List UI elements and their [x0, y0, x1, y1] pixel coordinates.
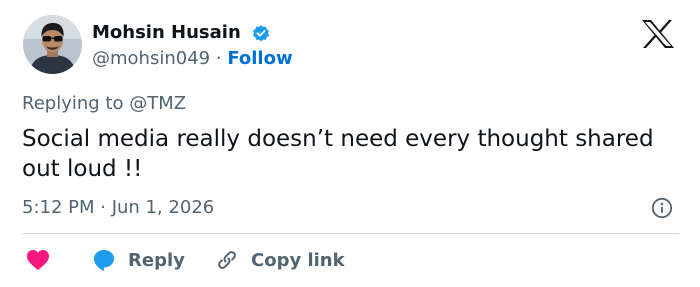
info-icon[interactable]: [651, 197, 673, 219]
verified-badge-icon: [253, 25, 269, 42]
action-bar: Reply Copy link: [0, 244, 700, 276]
x-logo-icon[interactable]: [640, 18, 676, 50]
tweet-card: Mohsin Husain @mohsin049 · Follow Replyi…: [0, 0, 700, 287]
handle-separator: ·: [215, 48, 222, 69]
follow-link[interactable]: Follow: [227, 48, 292, 69]
copy-link-label: Copy link: [251, 249, 345, 271]
copy-link-button[interactable]: Copy link: [215, 244, 345, 276]
author-handle[interactable]: @mohsin049: [92, 48, 210, 69]
heart-icon: [27, 250, 49, 270]
reply-label: Reply: [128, 249, 185, 271]
speech-bubble-icon: [94, 250, 114, 271]
like-button[interactable]: [26, 244, 50, 276]
divider: [22, 233, 679, 234]
tweet-timestamp[interactable]: 5:12 PM · Jun 1, 2026: [22, 197, 214, 219]
author-name[interactable]: Mohsin Husain: [92, 22, 241, 44]
avatar-image: [23, 15, 82, 74]
reply-button[interactable]: Reply: [92, 244, 185, 276]
avatar[interactable]: [23, 15, 82, 74]
tweet-text: Social media really doesn’t need every t…: [22, 126, 654, 182]
link-icon: [218, 251, 236, 269]
author-handle-line: @mohsin049 · Follow: [92, 48, 293, 70]
reply-context: Replying to @TMZ: [22, 93, 187, 114]
